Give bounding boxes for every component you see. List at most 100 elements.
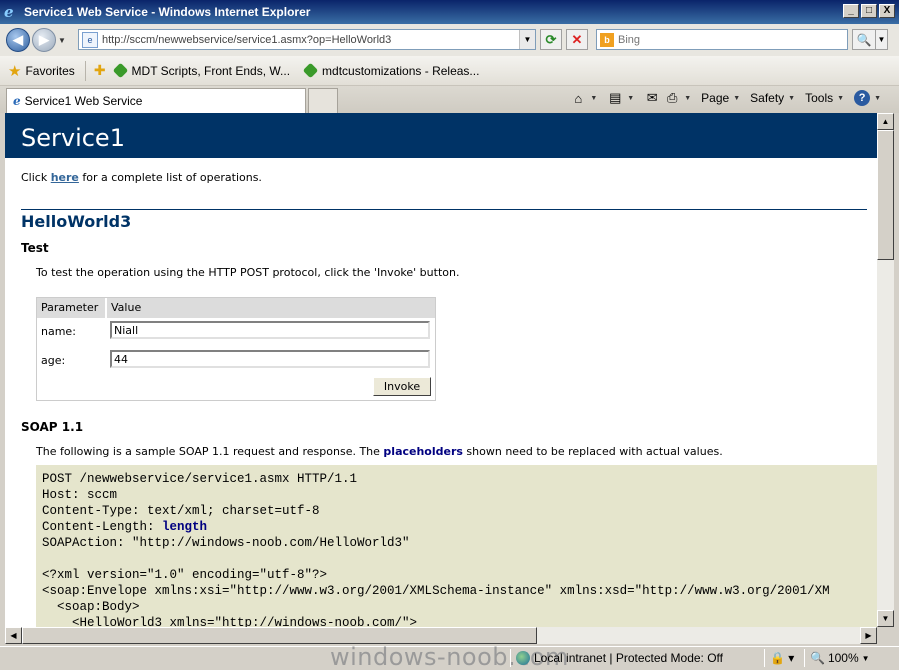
search-input[interactable] bbox=[618, 33, 847, 46]
favorites-star-icon[interactable]: ★ bbox=[8, 62, 21, 80]
history-dropdown-icon[interactable]: ▼ bbox=[56, 36, 68, 45]
favorite-link-mdtcustomizations[interactable]: mdtcustomizations - Releas... bbox=[302, 62, 479, 79]
code-line: <HelloWorld3 xmlns="http://windows-noob.… bbox=[42, 616, 418, 627]
home-icon[interactable]: ⌂ bbox=[570, 90, 586, 106]
page-menu-dropdown-icon[interactable]: ▼ bbox=[733, 95, 740, 102]
print-dropdown-icon[interactable]: ▼ bbox=[684, 95, 691, 102]
command-bar: ⌂ ▼ ▤ ▼ ✉ ⎙ ▼ Page ▼ Safety ▼ Tools ▼ ? … bbox=[570, 90, 887, 106]
help-dropdown-icon[interactable]: ▼ bbox=[874, 95, 881, 102]
navigation-bar: ◀ ▶ ▼ e ▼ ⟳ ✕ b 🔍 ▼ bbox=[0, 24, 899, 56]
safety-menu[interactable]: Safety bbox=[750, 91, 784, 105]
favorites-button[interactable]: Favorites bbox=[25, 64, 74, 78]
back-button[interactable]: ◀ bbox=[6, 28, 30, 52]
window-controls: _ □ X bbox=[843, 4, 895, 18]
horizontal-scrollbar[interactable]: ◀ ▶ bbox=[5, 627, 877, 644]
horizontal-scroll-thumb[interactable] bbox=[22, 627, 537, 644]
favorites-separator bbox=[84, 60, 86, 81]
zoom-control[interactable]: 🔍 100% ▼ bbox=[810, 651, 870, 665]
address-bar[interactable]: e ▼ bbox=[78, 29, 536, 50]
operations-list-link[interactable]: here bbox=[51, 171, 79, 184]
operations-intro: Click here for a complete list of operat… bbox=[21, 171, 262, 184]
test-description: To test the operation using the HTTP POS… bbox=[36, 266, 460, 279]
tab-label: Service1 Web Service bbox=[24, 94, 143, 108]
operation-title: HelloWorld3 bbox=[21, 212, 132, 231]
code-line: <soap:Body> bbox=[42, 600, 140, 614]
mail-icon[interactable]: ✉ bbox=[644, 90, 660, 106]
invoke-button[interactable]: Invoke bbox=[373, 377, 431, 396]
scroll-left-icon[interactable]: ◀ bbox=[5, 627, 22, 644]
zoom-dropdown-icon[interactable]: ▼ bbox=[862, 654, 870, 663]
maximize-button[interactable]: □ bbox=[861, 4, 877, 18]
tools-menu-dropdown-icon[interactable]: ▼ bbox=[837, 95, 844, 102]
status-bar: windows-noob.com Local intranet | Protec… bbox=[0, 643, 899, 670]
safety-menu-dropdown-icon[interactable]: ▼ bbox=[788, 95, 795, 102]
code-line: <?xml version="1.0" encoding="utf-8"?> bbox=[42, 568, 328, 582]
status-separator bbox=[764, 649, 765, 667]
status-separator bbox=[804, 649, 805, 667]
security-zone[interactable]: Local intranet | Protected Mode: Off bbox=[516, 651, 723, 665]
ie-logo-icon: e bbox=[4, 3, 14, 21]
parameter-column-header: Parameter bbox=[41, 301, 99, 314]
code-line: <soap:Envelope xmlns:xsi="http://www.w3.… bbox=[42, 584, 830, 598]
security-status-icon[interactable]: 🔒 ▾ bbox=[770, 651, 794, 665]
header-divider bbox=[21, 209, 867, 210]
code-line: Content-Length: length bbox=[42, 520, 208, 534]
scrollbar-corner bbox=[877, 627, 894, 644]
scroll-down-icon[interactable]: ▼ bbox=[877, 610, 894, 627]
minimize-button[interactable]: _ bbox=[843, 4, 859, 18]
soap-heading: SOAP 1.1 bbox=[21, 420, 84, 434]
name-label: name: bbox=[41, 325, 76, 338]
code-line: SOAPAction: "http://windows-noob.com/Hel… bbox=[42, 536, 410, 550]
help-icon[interactable]: ? bbox=[854, 90, 871, 106]
home-dropdown-icon[interactable]: ▼ bbox=[590, 95, 597, 102]
code-line: Host: sccm bbox=[42, 488, 118, 502]
close-window-button[interactable]: X bbox=[879, 4, 895, 18]
search-box[interactable]: b bbox=[596, 29, 848, 50]
tab-service1-web-service[interactable]: e Service1 Web Service bbox=[6, 88, 306, 113]
soap-description: The following is a sample SOAP 1.1 reque… bbox=[36, 445, 723, 458]
zoom-icon: 🔍 bbox=[810, 651, 825, 665]
stop-button[interactable]: ✕ bbox=[566, 29, 588, 50]
forward-button[interactable]: ▶ bbox=[32, 28, 56, 52]
header-separator bbox=[105, 298, 107, 318]
scroll-right-icon[interactable]: ▶ bbox=[860, 627, 877, 644]
vertical-scroll-thumb[interactable] bbox=[877, 130, 894, 260]
value-column-header: Value bbox=[111, 301, 142, 314]
title-bar: e Service1 Web Service - Windows Interne… bbox=[0, 0, 899, 24]
window-title: Service1 Web Service - Windows Internet … bbox=[24, 5, 311, 19]
zoom-level: 100% bbox=[827, 651, 859, 665]
add-to-favorites-bar-icon[interactable]: ✚ bbox=[94, 62, 106, 79]
tools-menu[interactable]: Tools bbox=[805, 91, 833, 105]
scroll-up-icon[interactable]: ▲ bbox=[877, 113, 894, 130]
vertical-scrollbar[interactable]: ▲ ▼ bbox=[877, 113, 894, 627]
code-line: Content-Type: text/xml; charset=utf-8 bbox=[42, 504, 320, 518]
length-placeholder: length bbox=[162, 520, 208, 534]
refresh-button[interactable]: ⟳ bbox=[540, 29, 562, 50]
age-input[interactable] bbox=[110, 350, 430, 368]
favorite-site-icon bbox=[112, 62, 128, 79]
page-icon: e bbox=[82, 31, 98, 48]
service-header: Service1 bbox=[5, 113, 877, 158]
bing-icon: b bbox=[600, 32, 614, 47]
address-input[interactable] bbox=[102, 33, 519, 46]
parameter-form: Parameter Value name: age: Invoke bbox=[36, 297, 436, 401]
soap-request-sample: POST /newwebservice/service1.asmx HTTP/1… bbox=[36, 465, 877, 627]
name-input[interactable] bbox=[110, 321, 430, 339]
parameter-table-header: Parameter Value bbox=[37, 298, 435, 318]
favorite-link-mdt-scripts[interactable]: MDT Scripts, Front Ends, W... bbox=[112, 62, 290, 79]
page-menu[interactable]: Page bbox=[701, 91, 729, 105]
page-content: Service1 Click here for a complete list … bbox=[5, 113, 877, 627]
search-button[interactable]: 🔍 bbox=[852, 29, 876, 50]
test-heading: Test bbox=[21, 241, 49, 255]
address-dropdown-icon[interactable]: ▼ bbox=[519, 30, 535, 49]
feeds-dropdown-icon[interactable]: ▼ bbox=[627, 95, 634, 102]
print-icon[interactable]: ⎙ bbox=[664, 90, 680, 106]
favorite-site-icon bbox=[302, 62, 319, 79]
search-options-dropdown-icon[interactable]: ▼ bbox=[876, 29, 888, 50]
new-tab-button[interactable] bbox=[308, 88, 338, 113]
feeds-icon[interactable]: ▤ bbox=[607, 90, 623, 106]
zone-text: Local intranet | Protected Mode: Off bbox=[534, 651, 723, 665]
tab-bar: e Service1 Web Service ⌂ ▼ ▤ ▼ ✉ ⎙ ▼ Pag… bbox=[0, 86, 899, 113]
status-separator bbox=[510, 649, 511, 667]
